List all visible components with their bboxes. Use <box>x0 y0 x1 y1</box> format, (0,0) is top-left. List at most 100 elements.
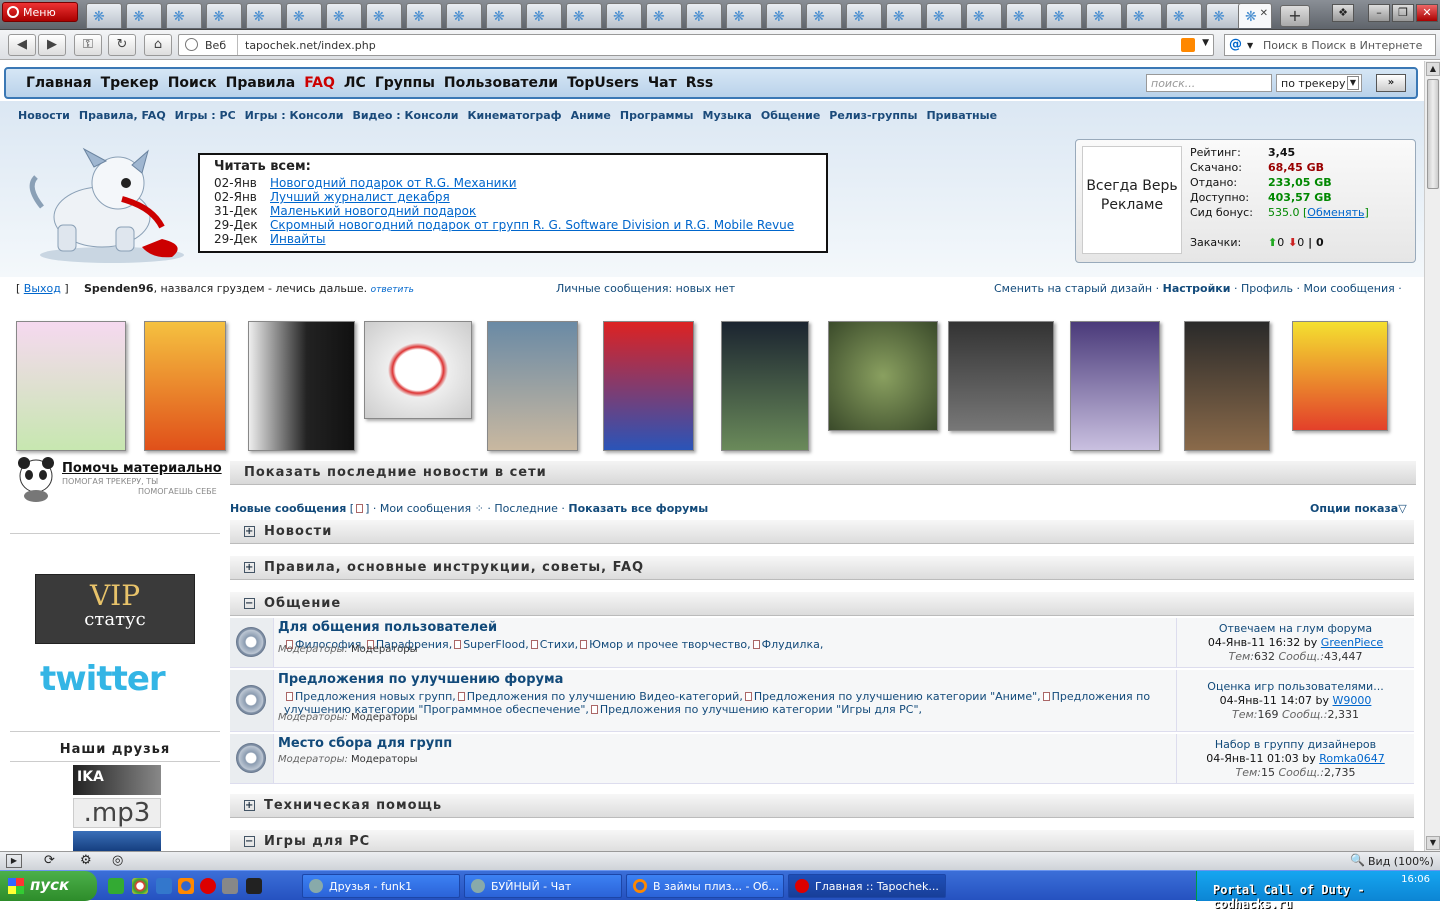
browser-tab[interactable]: ❋ <box>326 3 362 28</box>
browser-tab[interactable]: ❋ <box>686 3 722 28</box>
twitter-logo-link[interactable]: twitter <box>40 659 166 699</box>
browser-tab[interactable]: ❋ <box>526 3 562 28</box>
donate-block[interactable]: Помочь материально ПОМОГАЯ ТРЕКЕРУ, ТЫ П… <box>14 456 224 506</box>
my-posts-link[interactable]: Мои сообщения <box>380 502 471 515</box>
browser-tab[interactable]: ❋ <box>1046 3 1082 28</box>
forward-button[interactable]: ▶ <box>38 34 66 56</box>
taskbar-task[interactable]: Главная :: Tapochek... <box>788 874 946 898</box>
subforum-link[interactable]: Предложения по улучшению категории "Аним… <box>754 690 1037 703</box>
site-nav-link[interactable]: ЛС <box>344 75 366 91</box>
category-nav-link[interactable]: Видео : Консоли <box>352 109 458 122</box>
subforum-link[interactable]: Предложения по улучшению Видео-категорий <box>467 690 740 703</box>
last-post-author-link[interactable]: GreenPiece <box>1321 636 1383 649</box>
reload-button[interactable]: ↻ <box>108 34 136 56</box>
category-nav-link[interactable]: Аниме <box>571 109 611 122</box>
close-window-button[interactable]: ✕ <box>1416 4 1438 22</box>
taskbar-task[interactable]: В займы плиз... - Об... <box>626 874 784 898</box>
browser-tab[interactable]: ❋ <box>1006 3 1042 28</box>
user-link[interactable]: Профиль <box>1241 282 1293 295</box>
browser-tab[interactable]: ❋ <box>566 3 602 28</box>
last-post-title-link[interactable]: Отвечаем на глум форума <box>1177 622 1414 636</box>
wand-key-icon[interactable]: ⚿ <box>74 34 102 56</box>
browser-tab[interactable]: ❋ <box>606 3 642 28</box>
release-poster[interactable] <box>248 321 355 451</box>
donate-title[interactable]: Помочь материально <box>62 461 222 476</box>
scroll-down-icon[interactable]: ▼ <box>1426 836 1440 850</box>
site-nav-link[interactable]: Правила <box>226 75 296 91</box>
browser-tab[interactable]: ❋ <box>766 3 802 28</box>
category-nav-link[interactable]: Новости <box>18 109 70 122</box>
site-search-scope-select[interactable]: по трекеру ▼ <box>1276 74 1362 92</box>
announcement-link[interactable]: Новогодний подарок от R.G. Механики <box>270 176 517 190</box>
exchange-bonus-link[interactable]: Обменять <box>1307 206 1364 219</box>
moderators-link[interactable]: Модераторы <box>351 754 417 765</box>
restore-button[interactable]: ❐ <box>1392 4 1414 22</box>
expand-plus-icon[interactable]: + <box>244 526 255 537</box>
site-nav-link[interactable]: Главная <box>26 75 92 91</box>
opera-icon[interactable] <box>200 878 216 894</box>
category-news[interactable]: + Новости <box>230 520 1414 544</box>
forum-title-link[interactable]: Предложения по улучшению форума <box>278 672 563 687</box>
collapse-minus-icon[interactable]: − <box>244 598 255 609</box>
release-poster[interactable] <box>721 321 809 451</box>
firefox-icon[interactable] <box>178 878 194 894</box>
browser-tab[interactable]: ❋ <box>646 3 682 28</box>
browser-tab[interactable]: ❋ <box>806 3 842 28</box>
category-rules[interactable]: + Правила, основные инструкции, советы, F… <box>230 556 1414 580</box>
browser-search-field[interactable]: @ ▼ Поиск в Поиск в Интернете <box>1224 34 1436 56</box>
subforum-link[interactable]: Предложения по улучшению категории "Игры… <box>600 703 919 716</box>
forum-title-link[interactable]: Для общения пользователей <box>278 620 497 635</box>
site-nav-link[interactable]: Чат <box>648 75 677 91</box>
moderators-link[interactable]: Модераторы <box>351 644 417 655</box>
release-poster[interactable] <box>487 321 578 451</box>
expand-plus-icon[interactable]: + <box>244 562 255 573</box>
subforum-link[interactable]: Стихи <box>540 638 575 651</box>
new-tab-button[interactable]: + <box>1280 5 1310 27</box>
release-poster[interactable] <box>1070 321 1160 451</box>
category-nav-link[interactable]: Программы <box>620 109 694 122</box>
show-news-bar[interactable]: Показать последние новости в сети <box>230 461 1416 485</box>
browser-tab[interactable]: ❋ <box>366 3 402 28</box>
subforum-link[interactable]: Юмор и прочее творчество <box>589 638 747 651</box>
category-nav-link[interactable]: Правила, FAQ <box>79 109 166 122</box>
announcement-link[interactable]: Лучший журналист декабря <box>270 190 450 204</box>
browser-tab[interactable]: ❋ <box>446 3 482 28</box>
browser-tab[interactable]: ❋ <box>126 3 162 28</box>
site-nav-link[interactable]: Группы <box>375 75 435 91</box>
browser-tab[interactable]: ❋ <box>726 3 762 28</box>
friend-banner-mp3[interactable]: .mp3 <box>73 798 161 828</box>
category-nav-link[interactable]: Кинематограф <box>468 109 562 122</box>
category-nav-link[interactable]: Приватные <box>926 109 997 122</box>
browser-tab-active[interactable]: ❋ ✕ <box>1238 3 1272 28</box>
browser-tab[interactable]: ❋ <box>886 3 922 28</box>
site-nav-link[interactable]: Rss <box>686 75 713 91</box>
user-link[interactable]: Мои сообщения <box>1304 282 1395 295</box>
rss-icon[interactable] <box>1181 38 1195 52</box>
browser-tab[interactable]: ❋ <box>926 3 962 28</box>
url-dropdown-icon[interactable]: ▼ <box>1202 38 1209 48</box>
private-messages-status[interactable]: Личные сообщения: новых нет <box>556 282 735 295</box>
zoom-level[interactable]: Вид (100%) <box>1368 855 1434 868</box>
browser-tab[interactable]: ❋ <box>246 3 282 28</box>
category-pc-games[interactable]: − Игры для PC <box>230 830 1414 851</box>
browser-tab[interactable]: ❋ <box>966 3 1002 28</box>
release-poster[interactable] <box>1292 321 1388 431</box>
release-poster[interactable] <box>144 321 226 451</box>
announcement-link[interactable]: Инвайты <box>270 232 326 246</box>
site-search-go-button[interactable]: » <box>1376 74 1406 92</box>
browser-tab[interactable]: ❋ <box>1126 3 1162 28</box>
category-nav-link[interactable]: Музыка <box>703 109 752 122</box>
last-post-author-link[interactable]: Romka0647 <box>1319 752 1385 765</box>
site-nav-link[interactable]: Пользователи <box>444 75 558 91</box>
new-posts-link[interactable]: Новые сообщения <box>230 502 346 515</box>
moderators-link[interactable]: Модераторы <box>351 712 417 723</box>
release-poster[interactable] <box>1184 321 1270 451</box>
scroll-up-icon[interactable]: ▲ <box>1426 62 1440 76</box>
close-tab-icon[interactable]: ✕ <box>1260 8 1268 19</box>
category-nav-link[interactable]: Релиз-группы <box>829 109 917 122</box>
taskbar-task[interactable]: Друзья - funk1 <box>302 874 460 898</box>
search-engine-icon[interactable]: @ <box>1229 37 1242 52</box>
subforum-link[interactable]: SuperFlood <box>463 638 525 651</box>
release-poster[interactable] <box>16 321 126 451</box>
site-nav-link[interactable]: TopUsers <box>567 75 639 91</box>
